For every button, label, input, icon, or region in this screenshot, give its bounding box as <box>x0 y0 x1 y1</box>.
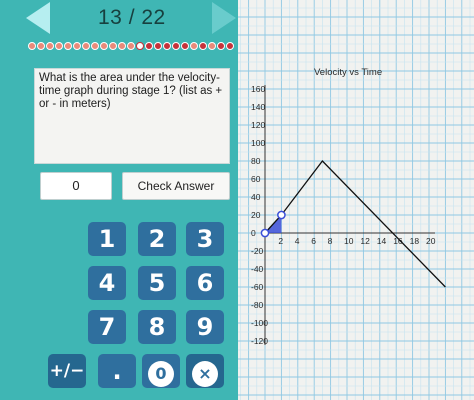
control-point <box>277 210 286 220</box>
x-tick-label: 14 <box>377 236 387 246</box>
key-3[interactable]: 3 <box>186 222 224 256</box>
y-tick-label: 120 <box>251 120 265 130</box>
keypad: 1 2 3 4 5 6 7 8 9 +/− . 0 × <box>0 0 238 400</box>
key-9[interactable]: 9 <box>186 310 224 344</box>
key-0[interactable]: 0 <box>142 354 180 388</box>
y-tick-label: 80 <box>251 156 261 166</box>
key-4[interactable]: 4 <box>88 266 126 300</box>
key-0-label: 0 <box>148 361 174 387</box>
y-tick-label: -80 <box>251 300 264 310</box>
x-tick-label: 6 <box>311 236 316 246</box>
clear-key[interactable]: × <box>186 354 224 388</box>
y-tick-label: -20 <box>251 246 264 256</box>
x-tick-label: 2 <box>278 236 283 246</box>
key-6[interactable]: 6 <box>186 266 224 300</box>
key-8[interactable]: 8 <box>138 310 176 344</box>
decimal-key[interactable]: . <box>98 354 136 388</box>
y-tick-label: -40 <box>251 264 264 274</box>
x-tick-label: 20 <box>426 236 436 246</box>
control-point <box>260 228 270 238</box>
graph-area: 2 4 6 8 10 12 14 16 18 20 160 140 120 100 80 60 40 20 0 -20… <box>238 0 474 400</box>
x-tick-label: 12 <box>360 236 370 246</box>
y-tick-label: -60 <box>251 282 264 292</box>
key-2[interactable]: 2 <box>138 222 176 256</box>
y-tick-label: -100 <box>251 318 268 328</box>
y-tick-label: 20 <box>251 210 261 220</box>
x-tick-label: 10 <box>344 236 354 246</box>
quiz-panel: 13 / 22 What is the area under the veloc… <box>0 0 238 400</box>
y-tick-label: 160 <box>251 84 265 94</box>
y-tick-label: 60 <box>251 174 261 184</box>
x-tick-label: 4 <box>295 236 300 246</box>
clear-icon: × <box>192 361 218 387</box>
sign-toggle-key[interactable]: +/− <box>48 354 86 388</box>
x-tick-label: 18 <box>410 236 420 246</box>
x-tick-label: 8 <box>328 236 333 246</box>
y-tick-label: -120 <box>251 336 268 346</box>
x-tick-label: 16 <box>393 236 403 246</box>
y-tick-label: 0 <box>251 228 256 238</box>
key-7[interactable]: 7 <box>88 310 126 344</box>
y-tick-label: 40 <box>251 192 261 202</box>
chart-title: Velocity vs Time <box>314 67 382 78</box>
y-tick-label: 140 <box>251 102 265 112</box>
y-tick-label: 100 <box>251 138 265 148</box>
key-1[interactable]: 1 <box>88 222 126 256</box>
velocity-time-graph[interactable]: 2 4 6 8 10 12 14 16 18 20 160 140 120 100 80 60 40 20 0 -20… <box>238 0 474 400</box>
key-5[interactable]: 5 <box>138 266 176 300</box>
